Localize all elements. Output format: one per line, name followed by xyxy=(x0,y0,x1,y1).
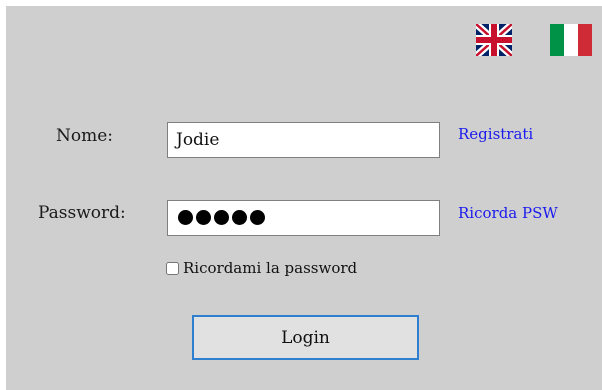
register-link[interactable]: Registrati xyxy=(458,125,533,143)
remember-password-option[interactable]: Ricordami la password xyxy=(166,259,357,277)
name-field-value: Jodie xyxy=(176,130,220,150)
password-label: Password: xyxy=(38,203,126,223)
password-field[interactable] xyxy=(167,200,440,236)
password-mask xyxy=(178,210,265,225)
login-button[interactable]: Login xyxy=(192,315,419,360)
login-panel: Nome: Jodie Registrati Password: Ricorda… xyxy=(6,6,602,390)
password-dot xyxy=(178,210,193,225)
name-field[interactable]: Jodie xyxy=(167,122,440,158)
italy-flag-icon[interactable] xyxy=(550,24,592,56)
recover-password-link[interactable]: Ricorda PSW xyxy=(458,204,558,222)
password-dot xyxy=(196,210,211,225)
uk-flag-icon[interactable] xyxy=(476,24,512,56)
remember-password-label: Ricordami la password xyxy=(183,259,358,277)
password-dot xyxy=(214,210,229,225)
password-dot xyxy=(232,210,247,225)
remember-password-checkbox[interactable] xyxy=(166,261,179,275)
name-label: Nome: xyxy=(56,126,114,146)
password-dot xyxy=(250,210,265,225)
